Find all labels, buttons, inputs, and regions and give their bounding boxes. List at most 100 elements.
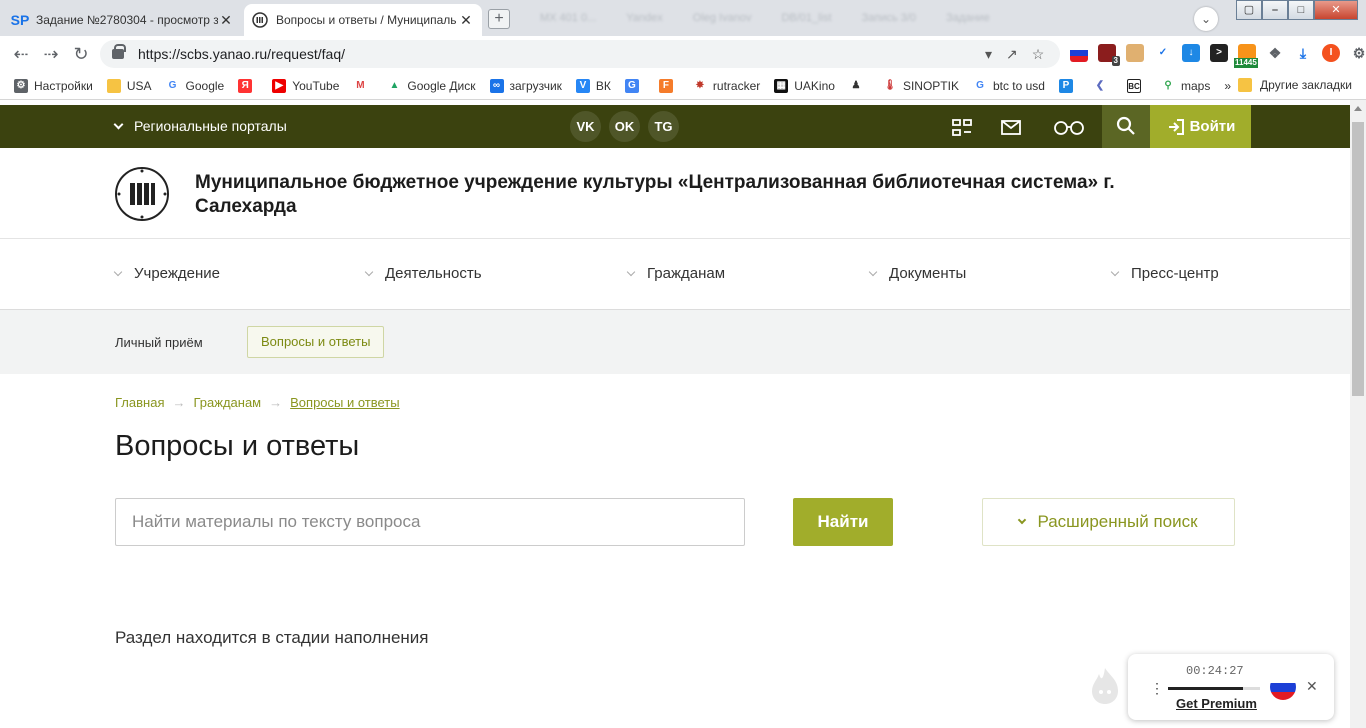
bookmark-item[interactable]: Gbtc to usd (972, 78, 1045, 93)
organization-name[interactable]: Муниципальное бюджетное учреждение культ… (195, 171, 1195, 219)
bookmark-item[interactable]: V ВК (575, 78, 611, 93)
maps-icon: ⚲ (1160, 78, 1175, 93)
ghost-tab[interactable]: Запись 3/0 (862, 12, 916, 24)
url-bar[interactable]: https://scbs.yanao.ru/request/faq/ (100, 40, 1060, 68)
menu-kebab-icon[interactable]: ⚙ (1350, 44, 1366, 62)
library-logo-icon[interactable] (115, 167, 169, 221)
telegram-icon[interactable]: TG (648, 111, 679, 142)
scrollbar-thumb[interactable] (1352, 122, 1364, 396)
bookmark-label: USA (126, 78, 152, 93)
close-icon[interactable]: ✕ (1306, 678, 1318, 695)
breadcrumb-home[interactable]: Главная (115, 395, 164, 410)
bookmarks-bar: ⚙ Настройки USA G Google Я ▶ YouTube M ▲ Goo… (0, 72, 1366, 100)
page-scrollbar[interactable] (1350, 100, 1366, 728)
subnav-personal-reception[interactable]: Личный приём (115, 335, 203, 350)
bookmark-item[interactable]: ⚲ maps (1160, 78, 1210, 93)
bookmark-item[interactable]: ▶ YouTube (272, 78, 339, 93)
ghost-tab[interactable]: Yandex (626, 12, 663, 24)
scroll-up-arrow-icon[interactable] (1354, 106, 1362, 111)
bookmark-item[interactable]: G (624, 78, 645, 93)
bookmark-item[interactable]: Я (238, 78, 258, 93)
rutracker-icon: ✸ (692, 78, 707, 93)
dropdown-icon[interactable]: ▾ (985, 46, 992, 63)
browser-tab-task[interactable]: SP Задание №2780304 - просмотр з ✕ (4, 4, 242, 36)
bookmark-item[interactable]: G Google (165, 78, 224, 93)
browser-tab-faq[interactable]: Вопросы и ответы / Муниципаль ✕ (244, 4, 482, 36)
bookmark-item[interactable]: ▦ UAKino (774, 78, 835, 93)
download-extension-icon[interactable]: ↓ (1182, 44, 1200, 62)
nav-item-institution[interactable]: Учреждение (113, 265, 220, 282)
bookmark-item[interactable]: ▲ Google Диск (387, 78, 476, 93)
breadcrumb-citizens[interactable]: Гражданам (193, 395, 261, 410)
flag-stripe (1270, 683, 1296, 692)
window-close-button[interactable]: ✕ (1314, 0, 1358, 20)
forward-arrow-icon[interactable]: ⇢ (40, 43, 62, 65)
bookmark-item[interactable]: F (658, 78, 679, 93)
bookmark-item[interactable]: M (353, 78, 373, 93)
checkmark-extension-icon[interactable]: ✓ (1154, 44, 1172, 62)
downloads-icon[interactable]: ⤓ (1294, 44, 1312, 62)
site-search-button[interactable] (1102, 105, 1150, 148)
glasses-accessibility-icon[interactable] (1052, 115, 1086, 139)
new-tab-button[interactable]: + (488, 9, 510, 29)
profile-avatar[interactable]: I (1322, 44, 1340, 62)
infinity-icon: ∞ (489, 78, 504, 93)
minimize-button[interactable]: ⎯ (1262, 0, 1288, 20)
sitemap-icon[interactable] (950, 115, 974, 139)
subnav-faq[interactable]: Вопросы и ответы (247, 326, 385, 358)
ublock-icon[interactable]: 3 (1098, 44, 1120, 66)
bookmark-item[interactable]: ♟ (848, 78, 869, 93)
bookmark-item[interactable]: ⚙ Настройки (14, 78, 93, 93)
ghost-tab[interactable]: DB/01_list (781, 12, 831, 24)
bookmark-item[interactable]: ❮ (1092, 78, 1113, 93)
other-bookmarks[interactable]: Другие закладки (1238, 78, 1352, 92)
nav-item-press-center[interactable]: Пресс-центр (1110, 265, 1219, 282)
figure-icon: ♟ (848, 78, 863, 93)
ghost-tab[interactable]: Задание (946, 12, 990, 24)
bookmark-item[interactable]: 🌡 SINOPTIK (882, 78, 959, 93)
bookmark-item[interactable]: ✸ rutracker (692, 78, 761, 93)
bookmark-item[interactable]: ∞ загрузчик (489, 78, 562, 93)
star-icon[interactable]: ☆ (1032, 46, 1045, 63)
tab-close-icon[interactable]: ✕ (458, 12, 474, 29)
regional-portals-dropdown[interactable]: Региональные порталы (113, 118, 287, 134)
share-icon[interactable]: ↗ (1006, 46, 1018, 63)
bookmark-item[interactable]: P (1058, 78, 1079, 93)
advanced-search-button[interactable]: Расширенный поиск (982, 498, 1235, 546)
bookmark-label: UAKino (794, 78, 835, 93)
vk-icon[interactable]: VK (570, 111, 601, 142)
nav-item-activity[interactable]: Деятельность (364, 265, 482, 282)
russia-flag-icon[interactable] (1270, 674, 1296, 700)
nav-item-citizens[interactable]: Гражданам (626, 265, 725, 282)
bookmark-label: rutracker (712, 78, 761, 93)
odnoklassniki-icon[interactable]: OK (609, 111, 640, 142)
browser-tabstrip: SP Задание №2780304 - просмотр з ✕ Вопро… (0, 0, 1366, 36)
tab-search-button[interactable]: ⌄ (1194, 7, 1218, 31)
bookmarks-overflow-button[interactable]: » (1224, 79, 1231, 93)
puzzle-extensions-icon[interactable]: ❖ (1266, 44, 1284, 62)
nav-item-documents[interactable]: Документы (868, 265, 966, 282)
faq-search-input[interactable] (115, 498, 745, 546)
ghost-tab[interactable]: MX 401 0... (540, 12, 596, 24)
ghost-tab[interactable]: Oleg Ivanov (693, 12, 752, 24)
bookmark-item[interactable]: USA (106, 78, 152, 93)
vpn-menu-icon[interactable]: ⋮ (1150, 680, 1164, 697)
bookmark-item[interactable]: BC (1126, 78, 1147, 93)
bitcoin-extension-icon[interactable]: 11445 (1234, 44, 1258, 68)
terminal-extension-icon[interactable]: > (1210, 44, 1228, 62)
russia-flag-icon[interactable] (1070, 44, 1088, 62)
face-extension-icon[interactable] (1126, 44, 1144, 62)
shirt-icon[interactable]: ▢ (1236, 0, 1262, 20)
bookmark-label: ВК (595, 78, 611, 93)
library-favicon-icon (252, 12, 268, 28)
mail-icon[interactable] (999, 115, 1023, 139)
maximize-button[interactable]: □ (1288, 0, 1314, 20)
nav-label: Пресс-центр (1131, 265, 1219, 282)
back-arrow-icon[interactable]: ⇠ (10, 43, 32, 65)
breadcrumb-current[interactable]: Вопросы и ответы (290, 395, 399, 410)
get-premium-link[interactable]: Get Premium (1176, 696, 1257, 711)
login-button[interactable]: Войти (1150, 105, 1251, 148)
reload-icon[interactable]: ↻ (70, 43, 92, 65)
tab-close-icon[interactable]: ✕ (218, 12, 234, 29)
find-button[interactable]: Найти (793, 498, 893, 546)
